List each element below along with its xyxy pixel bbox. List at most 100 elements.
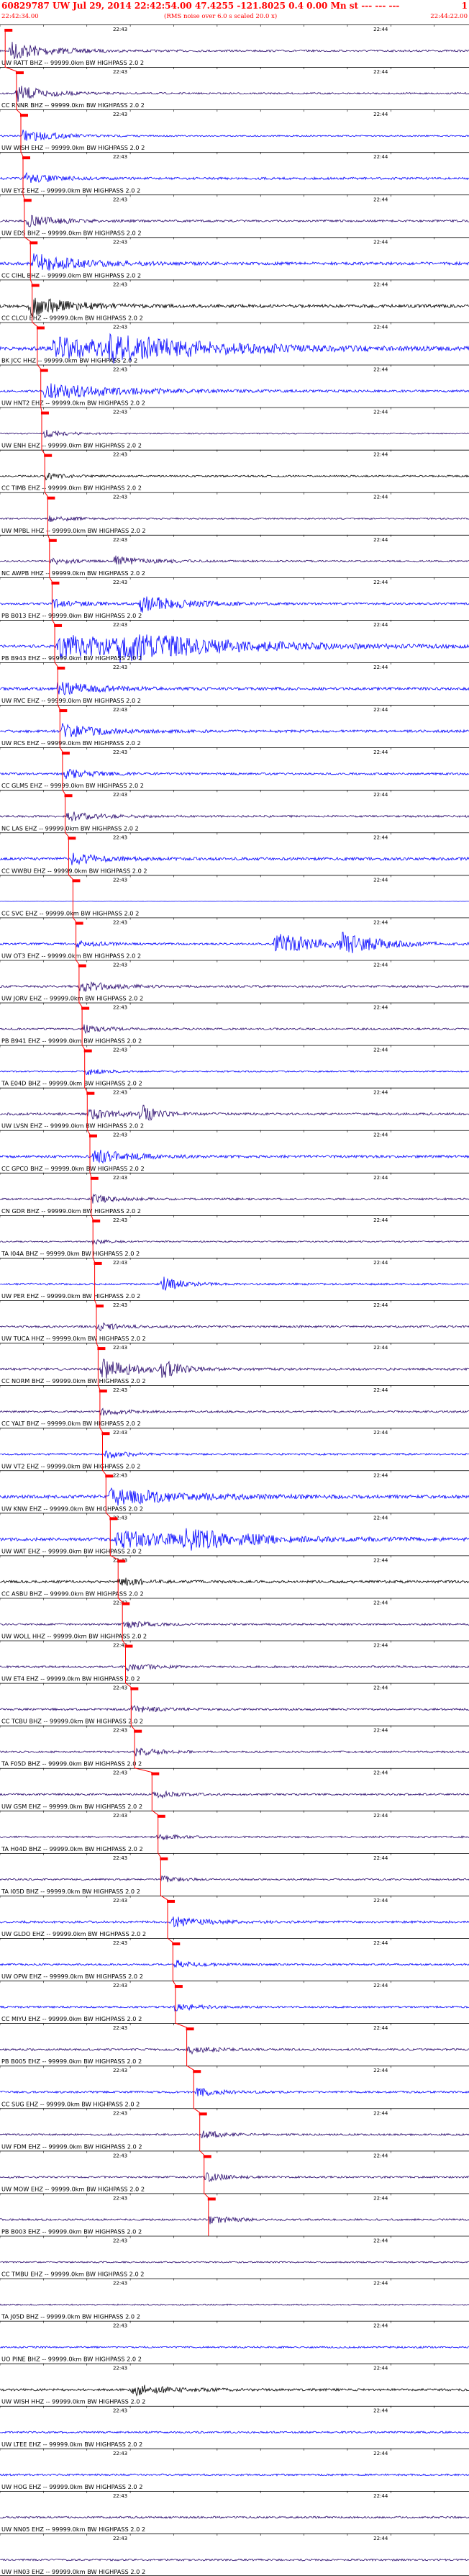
time-tick-label: 22:43	[113, 2366, 127, 2372]
time-tick-label: 22:44	[373, 1048, 388, 1053]
trace-row: 22:43 22:44 TA F05D BHZ -- 99999.0km BW HI…	[0, 1725, 469, 1767]
pick-marker	[15, 71, 24, 75]
pick-marker	[88, 1134, 97, 1138]
trace-row: 22:43 22:44 UW LTEE EHZ -- 99999.0km BW HI…	[0, 2405, 469, 2448]
time-tick-label: 22:43	[113, 580, 127, 585]
pick-marker	[86, 1091, 95, 1095]
waveform	[0, 811, 469, 822]
time-tick-label: 22:43	[113, 2238, 127, 2243]
trace-row: 22:43 22:44 CC CIHL BHZ -- 99999.0km BW HI…	[0, 237, 469, 279]
time-tick-label: 22:43	[113, 1005, 127, 1011]
time-tick-label: 22:44	[373, 2110, 388, 2116]
pick-marker	[83, 1049, 92, 1053]
time-tick-label: 22:43	[113, 749, 127, 755]
trace-row: 22:43 22:44 CC TMBU EHZ -- 99999.0km BW HI…	[0, 2235, 469, 2278]
seismogram-plot: 22:43 22:44 UW RATT BHZ -- 99999.0km BW HI…	[0, 24, 469, 2576]
trace-label: CC TIMB EHZ -- 99999.0km BW HIGHPASS 2.0…	[1, 485, 142, 492]
time-tick-label: 22:43	[113, 410, 127, 415]
trace-label: UW WAT EHZ -- 99999.0km BW HIGHPASS 2.0 …	[1, 1547, 142, 1554]
trace-row: 22:43 22:44 NC LAS EHZ -- 99999.0km BW HIG…	[0, 790, 469, 832]
page-number: 1	[461, 1, 468, 11]
trace-label: UW MPBL HHZ -- 99999.0km BW HIGHPASS 2.0…	[1, 527, 146, 534]
scale-note: (RMS noise over 6.0 s scaled 20.0 x)	[164, 13, 278, 20]
time-tick-label: 22:44	[373, 919, 388, 925]
trace-row: 22:43 22:44 UW NN05 EHZ -- 99999.0km BW HI…	[0, 2490, 469, 2533]
pick-marker	[31, 284, 40, 287]
time-tick-label: 22:43	[113, 707, 127, 713]
time-tick-label: 22:43	[113, 2536, 127, 2541]
time-tick-label: 22:43	[113, 1728, 127, 1734]
time-tick-label: 22:43	[113, 1472, 127, 1478]
waveform	[0, 1790, 469, 1799]
waveform	[0, 1104, 469, 1122]
trace-row: 22:43 22:44 TA J05D BHZ -- 99999.0km BW HI…	[0, 2278, 469, 2320]
waveform	[0, 596, 469, 613]
trace-label: TA J05D BHZ -- 99999.0km BW HIGHPASS 2.0…	[1, 2313, 140, 2320]
trace-label: UW PER EHZ -- 99999.0km BW HIGHPASS 2.0 …	[1, 1292, 140, 1300]
time-tick-label: 22:44	[373, 1983, 388, 1989]
trace-label: UW TUCA HHZ -- 99999.0km BW HIGHPASS 2.0…	[1, 1335, 146, 1342]
trace-label: PB B941 EHZ -- 99999.0km BW HIGHPASS 2.0…	[1, 1037, 142, 1045]
trace-label: UW EYZ EHZ -- 99999.0km BW HIGHPASS 2.0 …	[1, 186, 140, 194]
time-tick-label: 22:44	[373, 749, 388, 755]
time-tick-label: 22:43	[113, 792, 127, 798]
time-tick-label: 22:43	[113, 1430, 127, 1436]
pick-marker	[130, 1687, 139, 1690]
time-tick-label: 22:44	[373, 2025, 388, 2031]
waveform	[0, 1834, 469, 1840]
trace-row: 22:43 22:44 UW EDS BHZ -- 99999.0km BW HIG…	[0, 194, 469, 236]
pick-marker	[48, 539, 57, 542]
time-tick-label: 22:43	[113, 154, 127, 160]
pick-marker	[64, 794, 73, 798]
time-tick-label: 22:44	[373, 495, 388, 500]
trace-row: 22:43 22:44 UW VT2 EHZ -- 99999.0km BW HIG…	[0, 1428, 469, 1469]
waveform	[0, 2087, 469, 2097]
time-tick-label: 22:44	[373, 1217, 388, 1223]
trace-row: 22:43 22:44 TA E04D BHZ -- 99999.0km BW HI…	[0, 1045, 469, 1087]
trace-row: 22:43 22:44 CC GPCO BHZ -- 99999.0km BW HI…	[0, 1130, 469, 1172]
plot-header: 60829787 UW Jul 29, 2014 22:42:54.00 47.…	[0, 0, 469, 24]
waveform	[0, 1577, 469, 1586]
waveform	[0, 1322, 469, 1332]
trace-label: UW VT2 EHZ -- 99999.0km BW HIGHPASS 2.0 …	[1, 1462, 140, 1469]
pick-marker	[124, 1644, 133, 1648]
pick-marker	[193, 2070, 201, 2073]
time-tick-label: 22:43	[113, 282, 127, 287]
trace-row: 22:43 22:44 UW PER EHZ -- 99999.0km BW HIG…	[0, 1257, 469, 1300]
trace-label: UW NN05 EHZ -- 99999.0km BW HIGHPASS 2.0…	[1, 2526, 145, 2533]
pick-marker	[36, 326, 45, 330]
trace-row: 22:43 22:44UW WAT EHZ -- 99999.0km BW HIG…	[0, 1513, 469, 1554]
trace-row: 22:43 22:44 UW HNT2 EHZ -- 99999.0km BW HI…	[0, 364, 469, 407]
pick-marker	[59, 709, 68, 713]
trace-row: 22:43 22:44 TA H04D BHZ -- 99999.0km BW HI…	[0, 1810, 469, 1852]
waveform	[0, 1276, 469, 1291]
time-tick-label: 22:44	[373, 1302, 388, 1308]
trace-row: 22:43 22:44 UO PINE BHZ -- 99999.0km BW HI…	[0, 2320, 469, 2363]
pick-marker	[92, 1219, 101, 1222]
waveform	[0, 86, 469, 102]
trace-row: 22:43 22:44 UW OPW EHZ -- 99999.0km BW HIG…	[0, 1938, 469, 1980]
time-tick-label: 22:43	[113, 1175, 127, 1181]
trace-label: UW ET4 EHZ -- 99999.0km BW HIGHPASS 2.0 …	[1, 1675, 140, 1683]
time-tick-label: 22:43	[113, 1387, 127, 1393]
trace-row: 22:43 22:44 CC TCBU BHZ -- 99999.0km BW HI…	[0, 1683, 469, 1725]
trace-label: UW MOW EHZ -- 99999.0km BW HIGHPASS 2.0 …	[1, 2185, 145, 2192]
waveform	[0, 555, 469, 565]
time-tick-label: 22:44	[373, 2281, 388, 2287]
trace-row: 22:43 22:44UW ET4 EHZ -- 99999.0km BW HIG…	[0, 1640, 469, 1683]
trace-label: BK JCC HHZ -- 99999.0km BW HIGHPASS 2.0 …	[1, 357, 137, 364]
time-tick-label: 22:44	[373, 1132, 388, 1138]
waveform	[0, 2261, 469, 2264]
trace-label: UW WOLL HHZ -- 99999.0km BW HIGHPASS 2.0…	[1, 1633, 147, 1640]
trace-row: 22:43 22:44 TA I05D BHZ -- 99999.0km BW HI…	[0, 1852, 469, 1895]
trace-row: 22:43 22:44 TA I04A BHZ -- 99999.0km BW HI…	[0, 1215, 469, 1257]
pick-marker	[134, 1729, 142, 1733]
time-tick-label: 22:43	[113, 834, 127, 840]
trace-label: UW RCS EHZ -- 99999.0km BW HIGHPASS 2.0 …	[1, 739, 141, 747]
time-tick-label: 22:43	[113, 1260, 127, 1266]
pick-marker	[75, 922, 83, 925]
trace-label: CN GDR BHZ -- 99999.0km BW HIGHPASS 2.0 …	[1, 1207, 141, 1215]
waveform	[0, 1705, 469, 1713]
time-tick-label: 22:43	[113, 1090, 127, 1096]
trace-label: UW GSM EHZ -- 99999.0km BW HIGHPASS 2.0 …	[1, 1803, 142, 1810]
